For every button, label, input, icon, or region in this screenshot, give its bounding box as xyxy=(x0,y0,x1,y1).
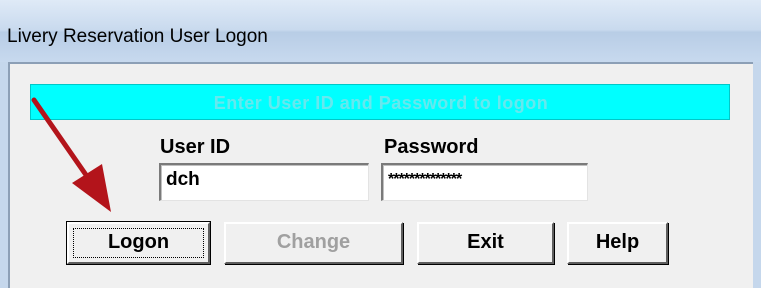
logon-window: Livery Reservation User Logon Enter User… xyxy=(0,0,761,288)
help-button[interactable]: Help xyxy=(567,222,668,264)
user-id-label: User ID xyxy=(160,136,231,158)
client-edge-left xyxy=(8,62,10,288)
window-titlebar[interactable]: Livery Reservation User Logon xyxy=(0,0,761,62)
logon-focus-ring xyxy=(73,228,204,258)
instruction-banner-text: Enter User ID and Password to logon xyxy=(213,93,549,113)
password-label: Password xyxy=(384,136,479,158)
change-button: Change xyxy=(224,222,403,264)
window-title: Livery Reservation User Logon xyxy=(7,26,268,47)
help-button-label: Help xyxy=(595,231,640,253)
exit-button-label: Exit xyxy=(467,231,504,253)
window-frame-right xyxy=(753,62,761,288)
password-input[interactable]: ************** xyxy=(381,163,588,201)
change-button-label: Change xyxy=(276,231,351,253)
logon-button[interactable]: Logon xyxy=(66,221,211,265)
window-frame-left xyxy=(0,62,8,288)
instruction-banner: Enter User ID and Password to logon xyxy=(30,84,730,120)
user-id-input[interactable]: dch xyxy=(159,163,369,201)
client-edge-top xyxy=(8,62,753,64)
exit-button[interactable]: Exit xyxy=(417,222,554,264)
